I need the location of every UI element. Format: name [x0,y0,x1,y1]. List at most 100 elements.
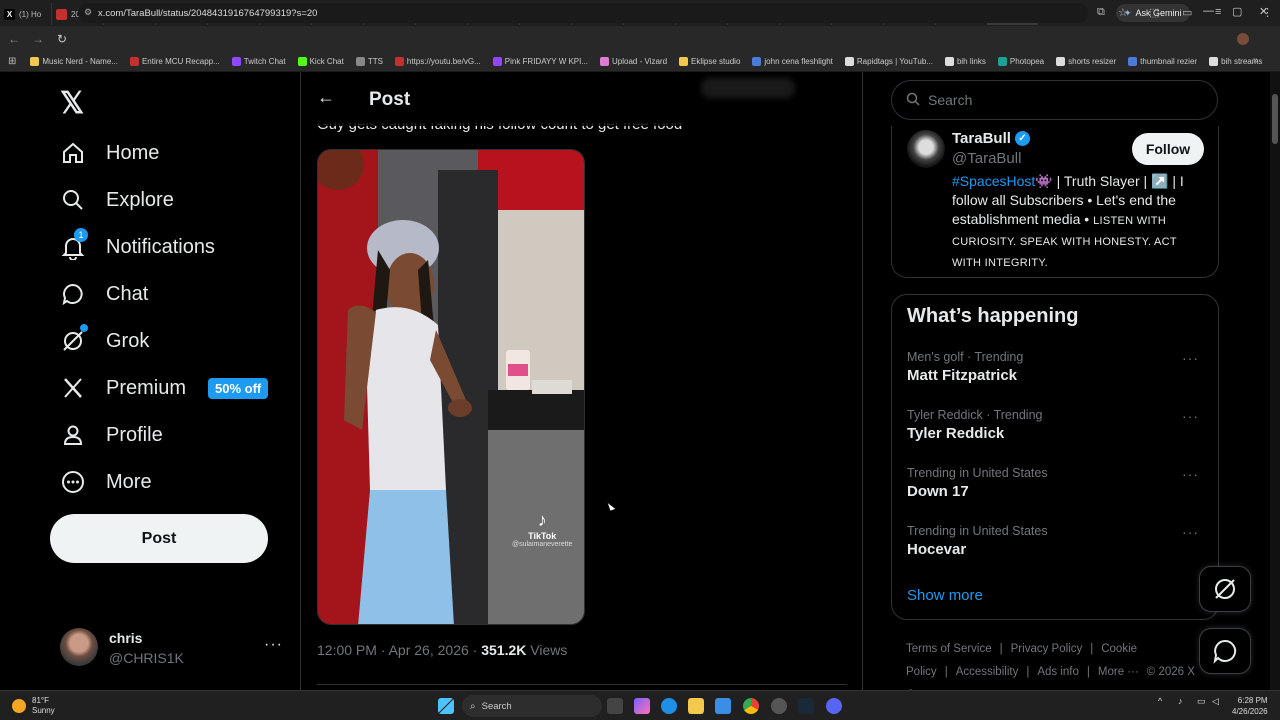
task-view-icon[interactable] [607,698,623,714]
show-more-link[interactable]: Show more [907,587,983,604]
trend-more-icon[interactable]: ··· [1182,524,1199,540]
apps-grid-icon[interactable]: ⊞ [8,56,16,67]
sidebar-item-profile[interactable]: Profile [60,422,163,448]
install-app-icon[interactable]: ⧉ [1097,6,1105,19]
file-explorer-icon[interactable] [688,698,704,714]
bookmark-item[interactable]: https://youtu.be/vG... [394,57,481,66]
maximize-icon[interactable]: ▢ [1232,5,1242,18]
avatar[interactable] [907,130,945,168]
bookmark-item[interactable]: Eklipse studio [679,57,740,66]
bookmark-item[interactable]: john cena fleshlight [752,57,833,66]
verified-badge-icon: ✓ [1014,131,1030,146]
bookmark-favicon-icon [355,57,365,66]
trend-context: Trending in United States [907,524,1048,538]
post-video[interactable]: ♪ TikTok @sulaimaneverette [317,149,585,625]
bookmark-item[interactable]: thumbnail rezier [1128,57,1197,66]
sidebar-item-explore[interactable]: Explore [60,187,174,213]
reload-icon[interactable]: ↻ [50,32,74,46]
trend-more-icon[interactable]: ··· [1182,350,1199,366]
windows-start-icon[interactable] [438,698,454,714]
chrome-icon[interactable] [743,698,759,714]
mic-icon[interactable]: ♪ [1178,696,1183,706]
scroll-thumb[interactable] [1272,94,1278,144]
trend-more-icon[interactable]: ··· [1182,408,1199,424]
grok-fab-button[interactable] [1199,566,1251,612]
search-placeholder: Search [928,92,973,108]
minimize-icon[interactable]: — [1203,5,1214,17]
bookmark-item[interactable]: Music Nerd - Name... [30,57,118,66]
bookmark-item[interactable]: Pink FRIDAYY W KPI... [492,57,588,66]
network-icon[interactable]: ▭ [1197,696,1206,707]
sidebar-item-chat[interactable]: Chat [60,281,148,307]
bookmark-item[interactable]: Upload - Vizard [600,57,667,66]
page-scrollbar[interactable] [1270,72,1280,690]
x-logo-icon[interactable]: 𝕏 [60,86,84,121]
sidebar-item-grok[interactable]: Grok [60,324,149,354]
search-input[interactable]: Search [891,80,1218,120]
discord-icon[interactable] [826,698,842,714]
bookmark-item[interactable]: Entire MCU Recapp... [129,57,220,66]
forward-icon[interactable]: → [26,32,50,46]
bookmark-item[interactable]: Rapidtags | YouTub... [844,57,933,66]
sidebar-item-premium[interactable]: Premium 50% off [60,375,269,401]
bio-hashtag-link[interactable]: #SpacesHost [952,173,1035,189]
extensions-icon[interactable]: ⬚ [1149,6,1159,19]
footer-link[interactable]: Ads info [1037,666,1079,678]
trend-item[interactable]: Tyler Reddick · Trending Tyler Reddick ··· [907,408,1207,442]
more-dots-icon[interactable]: ··· [264,636,283,654]
sidebar-item-label: Premium [106,376,187,399]
bookmark-label: Upload - Vizard [612,57,668,66]
account-switcher[interactable]: chris @CHRIS1K ··· [60,628,285,668]
post-timestamp[interactable]: 12:00 PM · Apr 26, 2026 · [317,642,481,658]
footer-link[interactable]: Privacy Policy [1011,643,1083,655]
bookmarks-overflow-icon[interactable]: » [1253,55,1259,66]
copilot-icon[interactable] [634,698,650,714]
footer-link[interactable]: More ··· [1098,666,1139,678]
sidebar-item-home[interactable]: Home [60,140,159,166]
site-info-icon[interactable]: ⚙ [84,7,92,18]
bookmark-item[interactable]: shorts resizer [1056,57,1116,66]
compose-post-button[interactable]: Post [50,514,268,563]
sidebar-item-notifications[interactable]: 1 Notifications [60,228,215,260]
browser-tab[interactable]: X (1) Ho [0,3,52,25]
profile-name[interactable]: TaraBull ✓ [952,130,1030,147]
url-field[interactable]: ⚙ x.com/TaraBull/status/2048431916764799… [78,3,1088,23]
bookmark-star-icon[interactable]: ☆ [1118,6,1128,19]
system-clock[interactable]: 6:28 PM 4/26/2026 [1232,695,1268,717]
bookmark-item[interactable]: TTS [355,57,383,66]
trend-item[interactable]: Men's golf · Trending Matt Fitzpatrick ··· [907,350,1207,384]
edge-icon[interactable] [661,698,677,714]
bookmark-item[interactable]: Photopea [997,57,1044,66]
volume-icon[interactable]: ◁ [1212,696,1219,707]
weather-widget[interactable]: 81°F Sunny [12,696,55,716]
search-icon: ⌕ [470,700,476,712]
tray-overflow-icon[interactable]: ^ [1158,696,1162,706]
tiktok-user: @sulaimaneverette [512,541,573,548]
browser-menu-icon[interactable]: ⋮ [1262,6,1273,19]
bookmark-item[interactable]: bih links [944,57,986,66]
back-arrow-icon[interactable]: ← [317,87,335,108]
trend-item[interactable]: Trending in United States Down 17 ··· [907,466,1207,500]
media-icon[interactable]: ≡ [1215,6,1221,18]
bookmark-item[interactable]: Twitch Chat [231,57,286,66]
bookmark-item[interactable]: Kick Chat [297,57,344,66]
footer-link[interactable]: Terms of Service [906,643,992,655]
bookmark-label: Music Nerd - Name... [42,57,118,66]
bookmark-label: https://youtu.be/vG... [406,57,481,66]
follow-button[interactable]: Follow [1132,133,1204,165]
messages-fab-button[interactable] [1199,628,1251,674]
bell-icon: 1 [60,228,88,260]
app-icon[interactable] [771,698,787,714]
trend-item[interactable]: Trending in United States Hocevar ··· [907,524,1207,558]
steam-icon[interactable] [798,698,814,714]
taskbar-search[interactable]: ⌕ Search [462,695,602,717]
avatar [60,628,98,666]
store-icon[interactable] [715,698,731,714]
sidebar-item-more[interactable]: More [60,469,152,495]
post-header: ← Post [301,72,862,126]
trend-more-icon[interactable]: ··· [1182,466,1199,482]
sidebar-icon[interactable]: ▭ [1182,6,1192,19]
back-icon[interactable]: ← [2,32,26,46]
footer-link[interactable]: Accessibility [956,666,1019,678]
browser-profile-avatar[interactable] [1237,33,1249,45]
